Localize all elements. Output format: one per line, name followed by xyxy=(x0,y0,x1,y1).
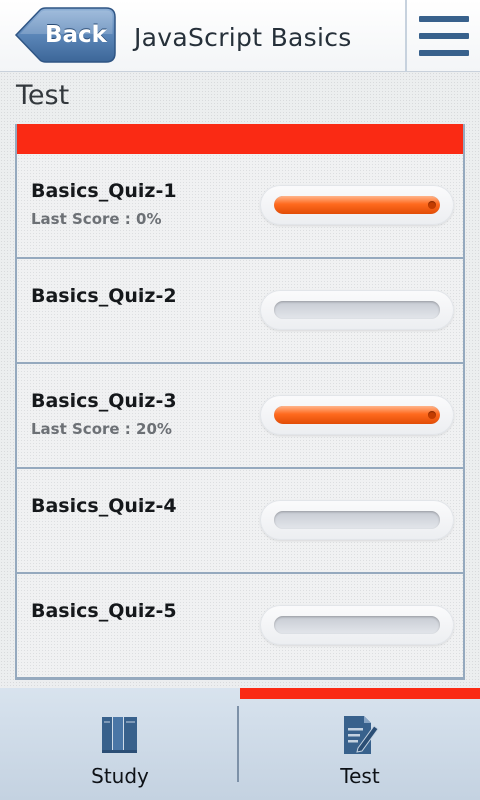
quiz-row-1[interactable]: Basics_Quiz-1 Last Score : 0% xyxy=(17,154,463,259)
app-header: Back JavaScript Basics xyxy=(0,0,480,72)
quiz-list: Basics_Quiz-1 Last Score : 0% Basics_Qui… xyxy=(15,124,465,680)
quiz-last-score: Last Score : 0% xyxy=(31,210,162,228)
back-button-label: Back xyxy=(45,22,107,48)
panel-accent-strip xyxy=(17,124,463,154)
progress-bar xyxy=(274,511,440,529)
progress-bar xyxy=(274,406,440,424)
progress-fill xyxy=(274,406,440,424)
progress-track xyxy=(260,185,454,225)
nav-divider xyxy=(237,706,239,782)
test-edit-icon xyxy=(344,716,379,754)
section-title: Test xyxy=(16,80,70,111)
tab-study[interactable]: Study xyxy=(0,688,240,800)
progress-bar xyxy=(274,196,440,214)
progress-track xyxy=(260,290,454,330)
quiz-name: Basics_Quiz-2 xyxy=(31,285,177,307)
menu-bar-middle xyxy=(419,33,469,39)
quiz-row-3[interactable]: Basics_Quiz-3 Last Score : 20% xyxy=(17,364,463,469)
back-button[interactable]: Back xyxy=(14,7,116,63)
menu-bar-bottom xyxy=(419,50,469,56)
tab-test[interactable]: Test xyxy=(240,688,480,800)
progress-track xyxy=(260,500,454,540)
active-tab-indicator xyxy=(240,688,480,699)
quiz-name: Basics_Quiz-4 xyxy=(31,495,177,517)
progress-track xyxy=(260,605,454,645)
tab-study-label: Study xyxy=(91,764,149,788)
quiz-last-score: Last Score : 20% xyxy=(31,420,172,438)
progress-track xyxy=(260,395,454,435)
menu-bar-top xyxy=(419,16,469,22)
quiz-name: Basics_Quiz-3 xyxy=(31,390,177,412)
progress-fill xyxy=(274,196,440,214)
quiz-row-4[interactable]: Basics_Quiz-4 xyxy=(17,469,463,574)
tab-test-label: Test xyxy=(340,764,380,788)
bottom-nav: Study Test xyxy=(0,688,480,800)
page-title: JavaScript Basics xyxy=(134,23,352,52)
quiz-name: Basics_Quiz-1 xyxy=(31,180,177,202)
progress-bar xyxy=(274,301,440,319)
book-icon xyxy=(102,717,137,753)
quiz-row-5[interactable]: Basics_Quiz-5 xyxy=(17,574,463,678)
quiz-row-2[interactable]: Basics_Quiz-2 xyxy=(17,259,463,364)
quiz-name: Basics_Quiz-5 xyxy=(31,600,177,622)
menu-button[interactable] xyxy=(405,0,480,72)
progress-bar xyxy=(274,616,440,634)
